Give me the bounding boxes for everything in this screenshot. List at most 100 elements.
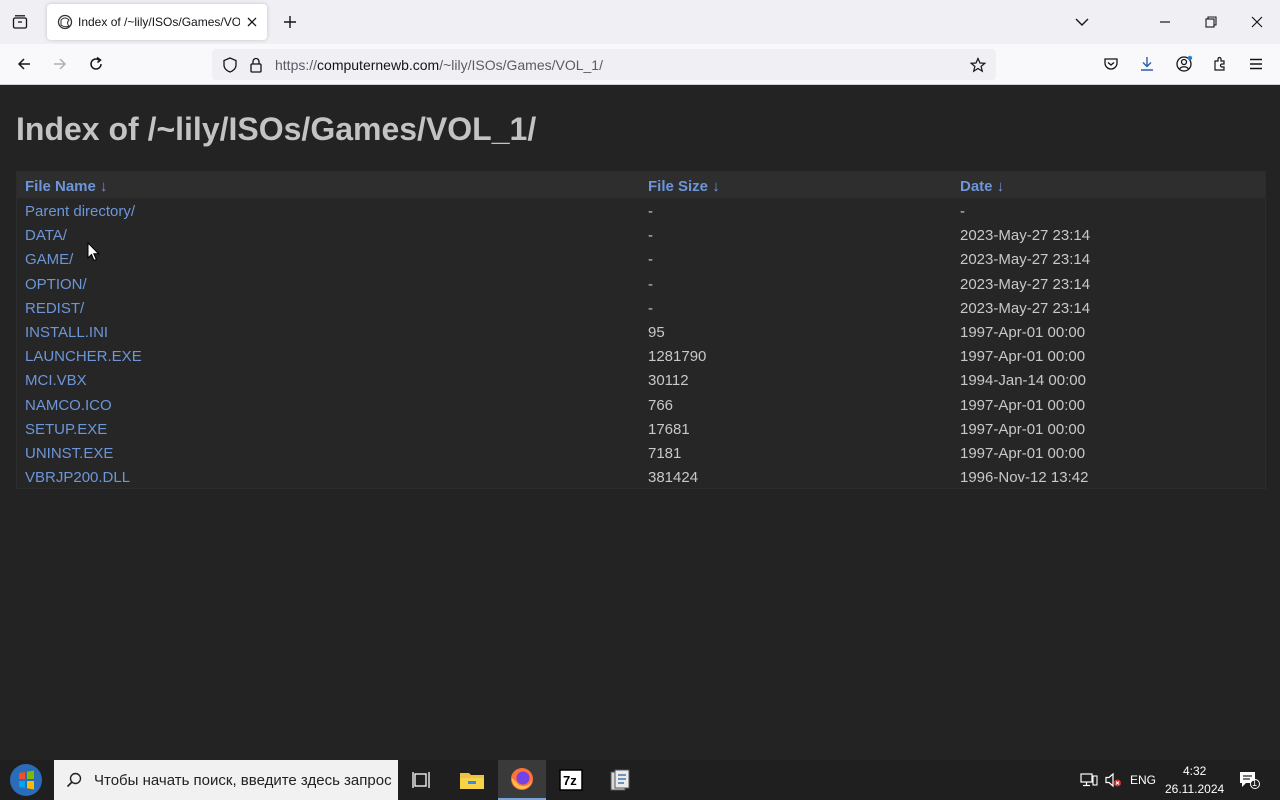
- url-host: computernewb.com: [317, 57, 440, 73]
- file-date: 1994-Jan-14 00:00: [960, 372, 1086, 390]
- url-scheme: https://: [275, 57, 318, 73]
- nav-toolbar: https://computernewb.com/~lily/ISOs/Game…: [0, 44, 1280, 85]
- file-size: -: [648, 299, 653, 317]
- mouse-cursor: [86, 241, 100, 263]
- column-date[interactable]: Date ↓: [960, 178, 1004, 195]
- tab-title: Index of /~lily/ISOs/Games/VOL_1/: [78, 15, 240, 29]
- file-date: 1997-Apr-01 00:00: [960, 323, 1086, 341]
- minimize-icon[interactable]: [1155, 12, 1175, 32]
- new-tab-icon[interactable]: [280, 12, 300, 32]
- task-view-button[interactable]: [398, 760, 446, 800]
- taskbar-firefox[interactable]: [498, 760, 546, 800]
- close-tab-icon[interactable]: [243, 13, 261, 31]
- notification-icon[interactable]: 1: [1237, 769, 1261, 791]
- table-row: NAMCO.ICO 766 1997-Apr-01 00:00: [17, 392, 1265, 416]
- volume-muted-icon[interactable]: [1103, 771, 1123, 789]
- file-size: 95: [648, 323, 665, 341]
- extensions-icon[interactable]: [1210, 54, 1230, 74]
- taskbar-7zip[interactable]: 7z: [547, 760, 595, 800]
- clock-time[interactable]: 4:32: [1183, 764, 1206, 778]
- url-path: /~lily/ISOs/Games/VOL_1/: [439, 57, 603, 73]
- file-name-link[interactable]: REDIST/: [25, 300, 84, 317]
- file-date: 2023-May-27 23:14: [960, 227, 1091, 245]
- table-row: MCI.VBX 30112 1994-Jan-14 00:00: [17, 367, 1265, 391]
- file-size: 1281790: [648, 348, 707, 366]
- column-file-size[interactable]: File Size ↓: [648, 178, 720, 195]
- file-name-link[interactable]: OPTION/: [25, 276, 87, 293]
- file-explorer-icon: [459, 769, 485, 791]
- taskbar: Чтобы начать поиск, введите здесь запрос…: [0, 760, 1280, 800]
- menu-icon[interactable]: [1246, 54, 1266, 74]
- file-size: 30112: [648, 372, 689, 390]
- file-name-link[interactable]: UNINST.EXE: [25, 445, 113, 462]
- file-size: 381424: [648, 469, 699, 487]
- file-name-link[interactable]: LAUNCHER.EXE: [25, 348, 142, 365]
- file-name-link[interactable]: MCI.VBX: [25, 372, 87, 389]
- column-file-name[interactable]: File Name ↓: [25, 178, 108, 195]
- page-favicon: [56, 13, 74, 31]
- restore-icon[interactable]: [1201, 12, 1221, 32]
- file-name-link[interactable]: NAMCO.ICO: [25, 397, 112, 414]
- url-text[interactable]: https://computernewb.com/~lily/ISOs/Game…: [275, 57, 603, 73]
- downloads-icon[interactable]: [1137, 54, 1157, 74]
- file-name-link[interactable]: Parent directory/: [25, 203, 135, 220]
- active-tab[interactable]: Index of /~lily/ISOs/Games/VOL_1/: [47, 4, 267, 40]
- windows-start-icon[interactable]: [6, 763, 46, 797]
- table-row: SETUP.EXE 17681 1997-Apr-01 00:00: [17, 416, 1265, 440]
- svg-text:7z: 7z: [563, 773, 577, 788]
- 7zip-icon: 7z: [559, 769, 583, 791]
- file-date: 2023-May-27 23:14: [960, 275, 1091, 293]
- file-name-link[interactable]: GAME/: [25, 251, 73, 268]
- network-icon[interactable]: [1079, 771, 1099, 789]
- taskbar-file-explorer[interactable]: [448, 760, 496, 800]
- task-view-icon: [412, 771, 432, 789]
- taskbar-search[interactable]: Чтобы начать поиск, введите здесь запрос: [54, 760, 398, 800]
- reload-icon[interactable]: [86, 54, 106, 74]
- tab-bar: Index of /~lily/ISOs/Games/VOL_1/: [0, 0, 1280, 44]
- file-table: File Name ↓ File Size ↓ Date ↓ Parent di…: [16, 171, 1266, 490]
- search-icon: [64, 770, 84, 790]
- table-header: File Name ↓ File Size ↓ Date ↓: [17, 172, 1265, 198]
- address-bar[interactable]: https://computernewb.com/~lily/ISOs/Game…: [212, 49, 996, 80]
- file-size: -: [648, 251, 653, 269]
- language-indicator[interactable]: ENG: [1130, 773, 1156, 787]
- table-row: UNINST.EXE 7181 1997-Apr-01 00:00: [17, 440, 1265, 464]
- app-icon: [608, 768, 632, 792]
- file-date: 1996-Nov-12 13:42: [960, 469, 1089, 487]
- tab-list-icon[interactable]: [10, 12, 30, 32]
- file-name-link[interactable]: INSTALL.INI: [25, 324, 108, 341]
- clock-date[interactable]: 26.11.2024: [1165, 782, 1224, 796]
- bookmark-star-icon[interactable]: [968, 55, 988, 75]
- file-date: -: [960, 203, 965, 220]
- file-size: 766: [648, 396, 674, 414]
- pocket-icon[interactable]: [1101, 54, 1121, 74]
- table-row: LAUNCHER.EXE 1281790 1997-Apr-01 00:00: [17, 343, 1265, 367]
- list-all-tabs-icon[interactable]: [1072, 12, 1092, 32]
- page-content: Index of /~lily/ISOs/Games/VOL_1/ File N…: [0, 85, 1280, 760]
- close-window-icon[interactable]: [1247, 12, 1267, 32]
- taskbar-app[interactable]: [596, 760, 644, 800]
- file-size: 7181: [648, 444, 682, 462]
- table-row: GAME/ - 2023-May-27 23:14: [17, 246, 1265, 270]
- page-title: Index of /~lily/ISOs/Games/VOL_1/: [16, 111, 537, 147]
- file-date: 2023-May-27 23:14: [960, 251, 1091, 269]
- table-body: Parent directory/ - - DATA/ - 2023-May-27 23:…: [17, 198, 1265, 488]
- table-row: Parent directory/ - -: [17, 198, 1265, 222]
- file-size: 17681: [648, 420, 690, 438]
- file-name-link[interactable]: VBRJP200.DLL: [25, 469, 130, 486]
- back-icon[interactable]: [14, 54, 34, 74]
- file-date: 1997-Apr-01 00:00: [960, 444, 1086, 462]
- file-date: 1997-Apr-01 00:00: [960, 348, 1086, 366]
- tracking-protection-icon[interactable]: [220, 55, 240, 75]
- file-date: 1997-Apr-01 00:00: [960, 420, 1086, 438]
- lock-icon[interactable]: [246, 55, 266, 75]
- file-name-link[interactable]: SETUP.EXE: [25, 421, 107, 438]
- system-tray: ENG 4:32 26.11.2024 1: [1015, 760, 1280, 800]
- table-row: INSTALL.INI 95 1997-Apr-01 00:00: [17, 319, 1265, 343]
- file-name-link[interactable]: DATA/: [25, 227, 67, 244]
- search-placeholder: Чтобы начать поиск, введите здесь запрос: [94, 772, 392, 789]
- forward-icon[interactable]: [50, 54, 70, 74]
- file-size: -: [648, 203, 653, 220]
- file-size: -: [648, 227, 653, 245]
- account-icon[interactable]: [1174, 54, 1194, 74]
